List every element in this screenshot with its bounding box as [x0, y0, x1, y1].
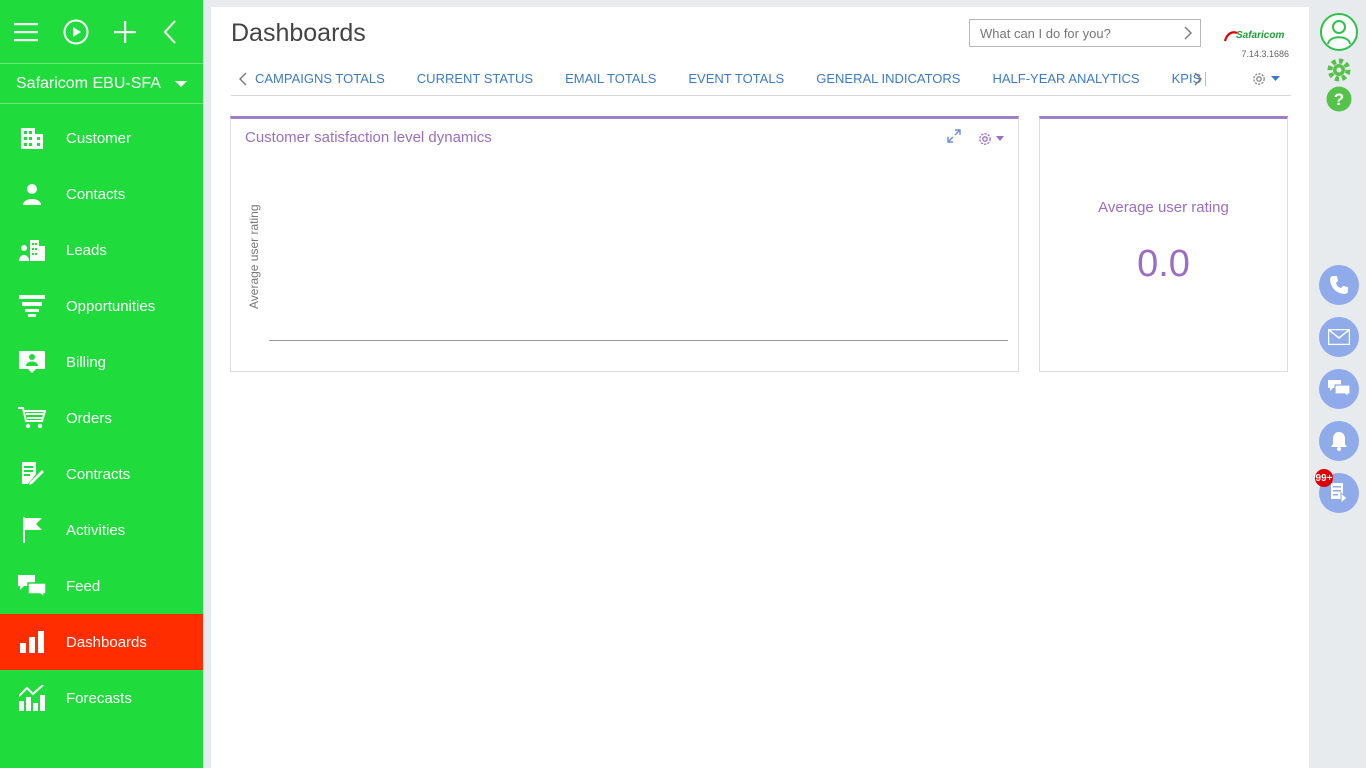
profile-avatar[interactable]	[1319, 12, 1359, 52]
tabs-scroll-left-icon[interactable]	[231, 72, 255, 86]
chart-x-axis-line	[269, 340, 1008, 341]
sidebar-item-opportunities[interactable]: Opportunities	[0, 278, 203, 334]
svg-text:?: ?	[1334, 90, 1344, 109]
svg-text:Safaricom: Safaricom	[1236, 30, 1284, 41]
sidebar-item-contracts[interactable]: Contracts	[0, 446, 203, 502]
sidebar-item-activities[interactable]: Activities	[0, 502, 203, 558]
tab-current-status[interactable]: CURRENT STATUS	[417, 71, 533, 86]
sidebar-toolbar	[0, 0, 203, 64]
chevron-down-icon	[175, 80, 187, 87]
bar-chart-icon	[0, 631, 66, 653]
chevron-down-icon	[996, 136, 1004, 141]
workspace-selector[interactable]: Safaricom EBU-SFA	[0, 64, 203, 104]
sidebar-item-label: Orders	[66, 409, 112, 427]
search-input[interactable]: What can I do for you?	[969, 19, 1201, 47]
tabs-scroll-right-icon[interactable]	[1186, 72, 1210, 86]
tabs-settings-button[interactable]	[1251, 71, 1280, 87]
sidebar-item-customer[interactable]: Customer	[0, 110, 203, 166]
right-rail: ? 99+	[1310, 0, 1366, 768]
version-label: 7.14.3.1686	[1241, 49, 1289, 59]
sidebar-item-feed[interactable]: Feed	[0, 558, 203, 614]
chart-widget: Customer satisfaction level dynamics Ave…	[230, 116, 1019, 372]
billing-icon	[0, 351, 66, 373]
add-icon[interactable]	[114, 19, 136, 45]
contract-icon	[0, 462, 66, 486]
building-icon	[0, 127, 66, 149]
chevron-right-icon[interactable]	[1184, 26, 1192, 43]
flag-icon	[0, 517, 66, 543]
sidebar-item-label: Forecasts	[66, 689, 132, 707]
menu-icon[interactable]	[14, 19, 38, 45]
tab-half-year-analytics[interactable]: HALF-YEAR ANALYTICS	[992, 71, 1139, 86]
sidebar-item-contacts[interactable]: Contacts	[0, 166, 203, 222]
metric-label: Average user rating	[1098, 199, 1229, 216]
sidebar-item-label: Feed	[66, 577, 101, 595]
cart-icon	[0, 407, 66, 429]
sidebar-item-label: Contracts	[66, 465, 131, 483]
leads-icon	[0, 239, 66, 261]
funnel-icon	[0, 295, 66, 317]
sidebar-item-orders[interactable]: Orders	[0, 390, 203, 446]
search-placeholder: What can I do for you?	[980, 25, 1111, 41]
widget-title: Customer satisfaction level dynamics	[245, 129, 492, 146]
email-icon[interactable]	[1319, 317, 1359, 357]
metric-value: 0.0	[1137, 243, 1190, 285]
gear-icon	[979, 132, 991, 145]
metric-widget: Average user rating 0.0	[1039, 116, 1288, 372]
gear-icon	[1253, 72, 1265, 85]
safaricom-logo: Safaricom	[1223, 27, 1289, 45]
sidebar-item-label: Customer	[66, 129, 132, 147]
main-panel: Dashboards What can I do for you? Safari…	[211, 7, 1309, 768]
play-icon[interactable]	[63, 19, 89, 45]
collapse-icon[interactable]	[161, 19, 178, 45]
tab-event-totals[interactable]: EVENT TOTALS	[688, 71, 784, 86]
sidebar: Safaricom EBU-SFA Customer Contacts Lead…	[0, 0, 203, 768]
widget-tools	[947, 129, 1004, 148]
sidebar-item-label: Leads	[66, 241, 107, 259]
sidebar-item-leads[interactable]: Leads	[0, 222, 203, 278]
page-title: Dashboards	[231, 19, 366, 47]
widget-settings-button[interactable]	[977, 131, 1004, 147]
sidebar-nav: Customer Contacts Leads Opportunities Bi…	[0, 110, 203, 726]
person-icon	[0, 183, 66, 205]
sidebar-item-forecasts[interactable]: Forecasts	[0, 670, 203, 726]
dashboard-tabs: CAMPAIGNS TOTALS CURRENT STATUS EMAIL TO…	[231, 62, 1291, 96]
tab-campaigns-totals[interactable]: CAMPAIGNS TOTALS	[255, 71, 385, 86]
expand-icon[interactable]	[947, 129, 961, 148]
help-icon[interactable]: ?	[1319, 79, 1359, 119]
chat-icon[interactable]	[1319, 369, 1359, 409]
feed-icon	[0, 575, 66, 597]
sidebar-item-dashboards[interactable]: Dashboards	[0, 614, 203, 670]
bell-icon[interactable]	[1319, 421, 1359, 461]
phone-icon[interactable]	[1319, 265, 1359, 305]
sidebar-item-label: Contacts	[66, 185, 126, 203]
tab-general-indicators[interactable]: GENERAL INDICATORS	[816, 71, 960, 86]
notification-badge: 99+	[1315, 469, 1333, 487]
chevron-down-icon	[1271, 75, 1280, 81]
workspace-label: Safaricom EBU-SFA	[16, 74, 161, 92]
sidebar-item-billing[interactable]: Billing	[0, 334, 203, 390]
sidebar-item-label: Activities	[66, 521, 126, 539]
forecast-icon	[0, 685, 66, 711]
sidebar-item-label: Billing	[66, 353, 107, 371]
sidebar-item-label: Opportunities	[66, 297, 156, 315]
chart-y-axis-label: Average user rating	[247, 204, 261, 309]
sidebar-item-label: Dashboards	[66, 633, 147, 651]
tab-email-totals[interactable]: EMAIL TOTALS	[565, 71, 656, 86]
